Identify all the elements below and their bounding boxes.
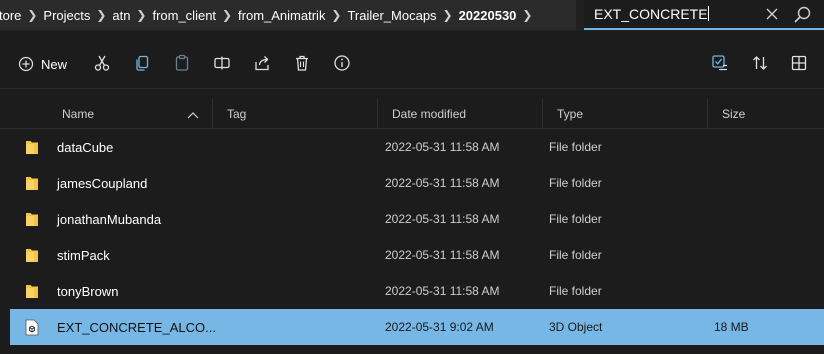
address-row: tore ❯ Projects ❯ atn ❯ from_client ❯ fr… [0,0,824,31]
list-item[interactable]: jamesCoupland 2022-05-31 11:58 AM File f… [10,165,824,201]
chevron-right-icon[interactable]: ❯ [216,8,238,22]
list-item[interactable]: jonathanMubanda 2022-05-31 11:58 AM File… [10,201,824,237]
file-date: 2022-05-31 9:02 AM [385,320,494,334]
file-type: File folder [549,212,602,226]
column-header-size[interactable]: Size [722,99,745,129]
share-button[interactable] [251,52,273,74]
command-bar: New [0,40,824,88]
column-header-type[interactable]: Type [557,99,583,129]
file-type: File folder [549,176,602,190]
properties-button[interactable] [331,52,353,74]
file-date: 2022-05-31 11:58 AM [385,140,500,154]
copy-button[interactable] [131,52,153,74]
folder-icon [24,201,40,237]
list-item-selected[interactable]: EXT_CONCRETE_ALCO... 2022-05-31 9:02 AM … [10,309,824,345]
breadcrumb-item-tore[interactable]: tore [0,8,21,23]
command-bar-divider [0,88,824,89]
search-value[interactable]: EXT_CONCRETE [594,6,709,22]
column-resize-handle[interactable] [377,99,378,129]
file-name[interactable]: jonathanMubanda [57,201,161,237]
column-header-date[interactable]: Date modified [392,99,466,129]
paste-button[interactable] [171,52,193,74]
column-header-name-label: Name [62,107,95,121]
new-button[interactable]: New [12,50,73,78]
file-date: 2022-05-31 11:58 AM [385,176,500,190]
file-name[interactable]: EXT_CONCRETE_ALCO... [57,309,216,345]
sort-arrows-icon [753,56,767,70]
scissors-icon [94,55,110,71]
breadcrumb[interactable]: tore ❯ Projects ❯ atn ❯ from_client ❯ fr… [0,0,576,30]
sort-button[interactable] [749,52,771,74]
column-resize-handle[interactable] [707,99,708,129]
share-icon [255,56,269,71]
breadcrumb-item-from-client[interactable]: from_client [152,8,216,23]
file-date: 2022-05-31 11:58 AM [385,212,500,226]
folder-icon [24,237,40,273]
delete-button[interactable] [291,52,313,74]
column-resize-handle[interactable] [212,99,213,129]
select-checkbox-icon [712,55,727,71]
column-header-tag-label: Tag [227,107,247,121]
new-button-label: New [41,56,68,72]
list-item[interactable]: dataCube 2022-05-31 11:58 AM File folder [10,129,824,165]
file-size: 18 MB [714,320,749,334]
column-header-row: Name Tag Date modified Type Size [0,99,824,129]
trash-icon [296,55,308,71]
file-date: 2022-05-31 11:58 AM [385,284,500,298]
folder-icon [24,165,40,201]
chevron-right-icon[interactable]: ❯ [437,8,459,22]
select-all-button[interactable] [709,52,731,74]
column-header-name[interactable]: Name [62,99,94,129]
file-name[interactable]: dataCube [57,129,113,165]
copy-icon [136,55,149,71]
file-name[interactable]: tonyBrown [57,273,118,309]
rename-icon [214,56,230,70]
breadcrumb-item-20220530[interactable]: 20220530 [459,8,517,23]
chevron-right-icon[interactable]: ❯ [130,8,152,22]
file-date: 2022-05-31 11:58 AM [385,248,500,262]
file-type: 3D Object [549,320,603,334]
file-type: File folder [549,140,602,154]
folder-icon [24,273,40,309]
column-header-date-label: Date modified [392,107,467,121]
clear-search-icon[interactable] [762,4,782,24]
list-item[interactable]: stimPack 2022-05-31 11:58 AM File folder [10,237,824,273]
breadcrumb-item-from-animatrik[interactable]: from_Animatrik [238,8,325,23]
column-header-type-label: Type [557,107,584,121]
column-header-tag[interactable]: Tag [227,99,246,129]
chevron-right-icon[interactable]: ❯ [516,8,538,22]
file-name[interactable]: stimPack [57,237,110,273]
search-input[interactable]: EXT_CONCRETE [584,0,824,30]
list-item[interactable]: tonyBrown 2022-05-31 11:58 AM File folde… [10,273,824,309]
file-name[interactable]: jamesCoupland [57,165,147,201]
plus-circle-icon [18,56,34,72]
column-header-size-label: Size [722,107,746,121]
file-type: File folder [549,284,602,298]
clipboard-icon [175,54,189,71]
folder-icon [24,129,40,165]
3d-object-file-icon [25,309,39,345]
breadcrumb-item-atn[interactable]: atn [112,8,130,23]
breadcrumb-item-projects[interactable]: Projects [43,8,90,23]
column-resize-handle[interactable] [542,99,543,129]
file-type: File folder [549,248,602,262]
breadcrumb-item-trailer-mocaps[interactable]: Trailer_Mocaps [347,8,436,23]
cut-button[interactable] [91,52,113,74]
layout-icon [791,55,807,71]
search-icon[interactable] [792,4,814,26]
chevron-right-icon[interactable]: ❯ [21,8,43,22]
chevron-right-icon[interactable]: ❯ [325,8,347,22]
sort-ascending-icon [187,109,199,119]
chevron-right-icon[interactable]: ❯ [90,8,112,22]
layout-button[interactable] [788,52,810,74]
info-icon [334,55,350,71]
rename-button[interactable] [211,52,233,74]
